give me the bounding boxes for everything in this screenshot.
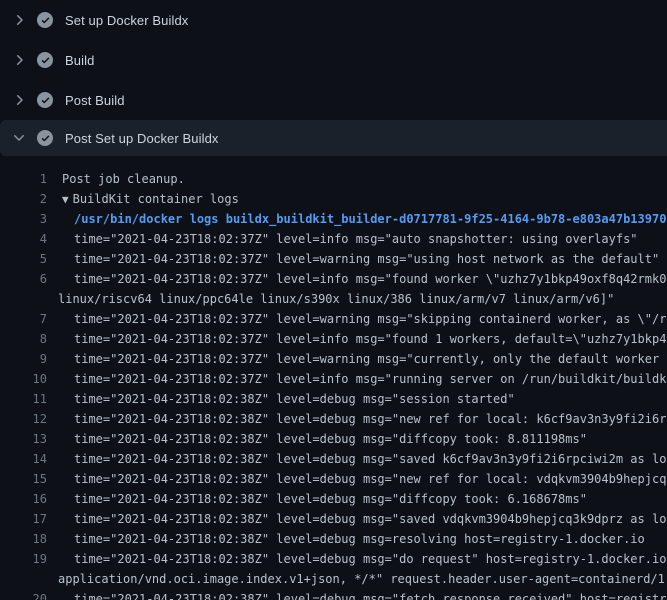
log-line: 19 time="2021-04-23T18:02:38Z" level=deb… xyxy=(0,549,667,569)
check-circle-icon xyxy=(37,130,53,146)
log-text: time="2021-04-23T18:02:37Z" level=warnin… xyxy=(47,309,667,329)
log-text: application/vnd.oci.image.index.v1+json,… xyxy=(47,569,667,589)
log-area: 1 Post job cleanup. 2 ▼ BuildKit containe… xyxy=(0,156,667,600)
group-toggle-icon[interactable]: ▼ xyxy=(62,190,69,209)
line-number[interactable]: 9 xyxy=(0,349,47,369)
log-line: 5 time="2021-04-23T18:02:37Z" level=warn… xyxy=(0,249,667,269)
log-text: time="2021-04-23T18:02:38Z" level=debug … xyxy=(47,469,667,489)
log-text: linux/riscv64 linux/ppc64le linux/s390x … xyxy=(47,289,667,309)
log-text: time="2021-04-23T18:02:37Z" level=info m… xyxy=(47,329,667,349)
log-line: 17 time="2021-04-23T18:02:38Z" level=deb… xyxy=(0,509,667,529)
line-number[interactable]: 5 xyxy=(0,249,47,269)
log-text: time="2021-04-23T18:02:38Z" level=debug … xyxy=(47,489,667,509)
log-line: 20 time="2021-04-23T18:02:38Z" level=deb… xyxy=(0,589,667,600)
step-row-post-build[interactable]: Post Build xyxy=(0,80,667,120)
line-number[interactable]: 14 xyxy=(0,449,47,469)
log-command-text: /usr/bin/docker logs buildx_buildkit_bui… xyxy=(47,209,667,229)
line-number[interactable]: 3 xyxy=(0,209,47,229)
log-line: 15 time="2021-04-23T18:02:38Z" level=deb… xyxy=(0,469,667,489)
log-line: application/vnd.oci.image.index.v1+json,… xyxy=(0,569,667,589)
log-text: ▼ BuildKit container logs xyxy=(47,189,667,209)
log-line: 14 time="2021-04-23T18:02:38Z" level=deb… xyxy=(0,449,667,469)
step-label: Post Build xyxy=(65,93,125,108)
log-text: time="2021-04-23T18:02:38Z" level=debug … xyxy=(47,429,667,449)
log-line: 11 time="2021-04-23T18:02:38Z" level=deb… xyxy=(0,389,667,409)
line-number[interactable]: 12 xyxy=(0,409,47,429)
line-number xyxy=(0,289,47,309)
line-number[interactable]: 7 xyxy=(0,309,47,329)
log-group-title: BuildKit container logs xyxy=(73,192,239,206)
log-text: time="2021-04-23T18:02:37Z" level=info m… xyxy=(47,269,667,289)
log-line: 13 time="2021-04-23T18:02:38Z" level=deb… xyxy=(0,429,667,449)
log-text: time="2021-04-23T18:02:37Z" level=warnin… xyxy=(47,249,667,269)
log-text: time="2021-04-23T18:02:37Z" level=info m… xyxy=(47,369,667,389)
line-number[interactable]: 20 xyxy=(0,589,47,600)
log-text: time="2021-04-23T18:02:38Z" level=debug … xyxy=(47,529,667,549)
log-line: 2 ▼ BuildKit container logs xyxy=(0,189,667,209)
log-text: time="2021-04-23T18:02:37Z" level=info m… xyxy=(47,229,667,249)
log-text: time="2021-04-23T18:02:38Z" level=debug … xyxy=(47,589,667,600)
step-label: Set up Docker Buildx xyxy=(65,13,188,28)
log-line: 18 time="2021-04-23T18:02:38Z" level=deb… xyxy=(0,529,667,549)
line-number[interactable]: 18 xyxy=(0,529,47,549)
step-row-post-set-up-docker-buildx[interactable]: Post Set up Docker Buildx xyxy=(0,120,667,156)
chevron-right-icon xyxy=(11,12,27,28)
log-line: 9 time="2021-04-23T18:02:37Z" level=warn… xyxy=(0,349,667,369)
chevron-down-icon xyxy=(11,130,27,146)
line-number[interactable]: 13 xyxy=(0,429,47,449)
line-number[interactable]: 11 xyxy=(0,389,47,409)
log-text: time="2021-04-23T18:02:38Z" level=debug … xyxy=(47,549,667,569)
line-number[interactable]: 19 xyxy=(0,549,47,569)
line-number[interactable]: 15 xyxy=(0,469,47,489)
line-number[interactable]: 8 xyxy=(0,329,47,349)
line-number[interactable]: 10 xyxy=(0,369,47,389)
chevron-right-icon xyxy=(11,52,27,68)
chevron-right-icon xyxy=(11,92,27,108)
step-row-build[interactable]: Build xyxy=(0,40,667,80)
line-number[interactable]: 17 xyxy=(0,509,47,529)
log-line: 3 /usr/bin/docker logs buildx_buildkit_b… xyxy=(0,209,667,229)
log-line: 12 time="2021-04-23T18:02:38Z" level=deb… xyxy=(0,409,667,429)
log-text: time="2021-04-23T18:02:38Z" level=debug … xyxy=(47,409,667,429)
steps-list: Set up Docker Buildx Build Post Build xyxy=(0,0,667,156)
line-number[interactable]: 16 xyxy=(0,489,47,509)
log-line: 4 time="2021-04-23T18:02:37Z" level=info… xyxy=(0,229,667,249)
step-row-set-up-docker-buildx[interactable]: Set up Docker Buildx xyxy=(0,0,667,40)
log-line: 8 time="2021-04-23T18:02:37Z" level=info… xyxy=(0,329,667,349)
step-label: Build xyxy=(65,53,94,68)
check-circle-icon xyxy=(37,12,53,28)
line-number xyxy=(0,569,47,589)
log-text: time="2021-04-23T18:02:37Z" level=warnin… xyxy=(47,349,667,369)
log-line: 1 Post job cleanup. xyxy=(0,169,667,189)
line-number[interactable]: 1 xyxy=(0,169,47,189)
workflow-log-viewer: Set up Docker Buildx Build Post Build xyxy=(0,0,667,600)
check-circle-icon xyxy=(37,92,53,108)
log-text: time="2021-04-23T18:02:38Z" level=debug … xyxy=(47,509,667,529)
log-text: Post job cleanup. xyxy=(47,169,667,189)
log-line: linux/riscv64 linux/ppc64le linux/s390x … xyxy=(0,289,667,309)
log-line: 16 time="2021-04-23T18:02:38Z" level=deb… xyxy=(0,489,667,509)
check-circle-icon xyxy=(37,52,53,68)
log-text: time="2021-04-23T18:02:38Z" level=debug … xyxy=(47,449,667,469)
line-number[interactable]: 6 xyxy=(0,269,47,289)
log-line: 6 time="2021-04-23T18:02:37Z" level=info… xyxy=(0,269,667,289)
line-number[interactable]: 2 xyxy=(0,189,47,209)
log-line: 7 time="2021-04-23T18:02:37Z" level=warn… xyxy=(0,309,667,329)
log-line: 10 time="2021-04-23T18:02:37Z" level=inf… xyxy=(0,369,667,389)
step-label: Post Set up Docker Buildx xyxy=(65,131,219,146)
line-number[interactable]: 4 xyxy=(0,229,47,249)
log-text: time="2021-04-23T18:02:38Z" level=debug … xyxy=(47,389,667,409)
